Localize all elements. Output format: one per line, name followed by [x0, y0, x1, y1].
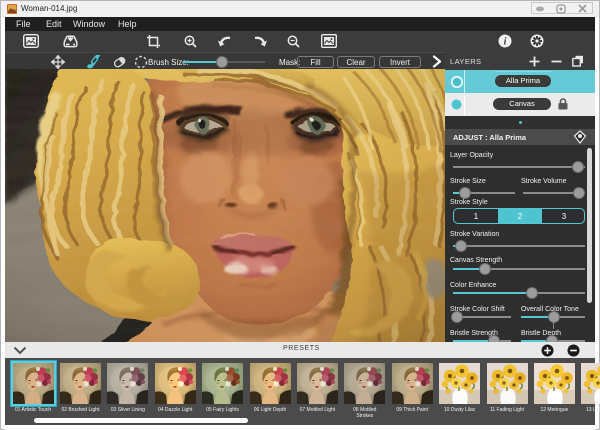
svg-text:i: i [504, 36, 507, 47]
